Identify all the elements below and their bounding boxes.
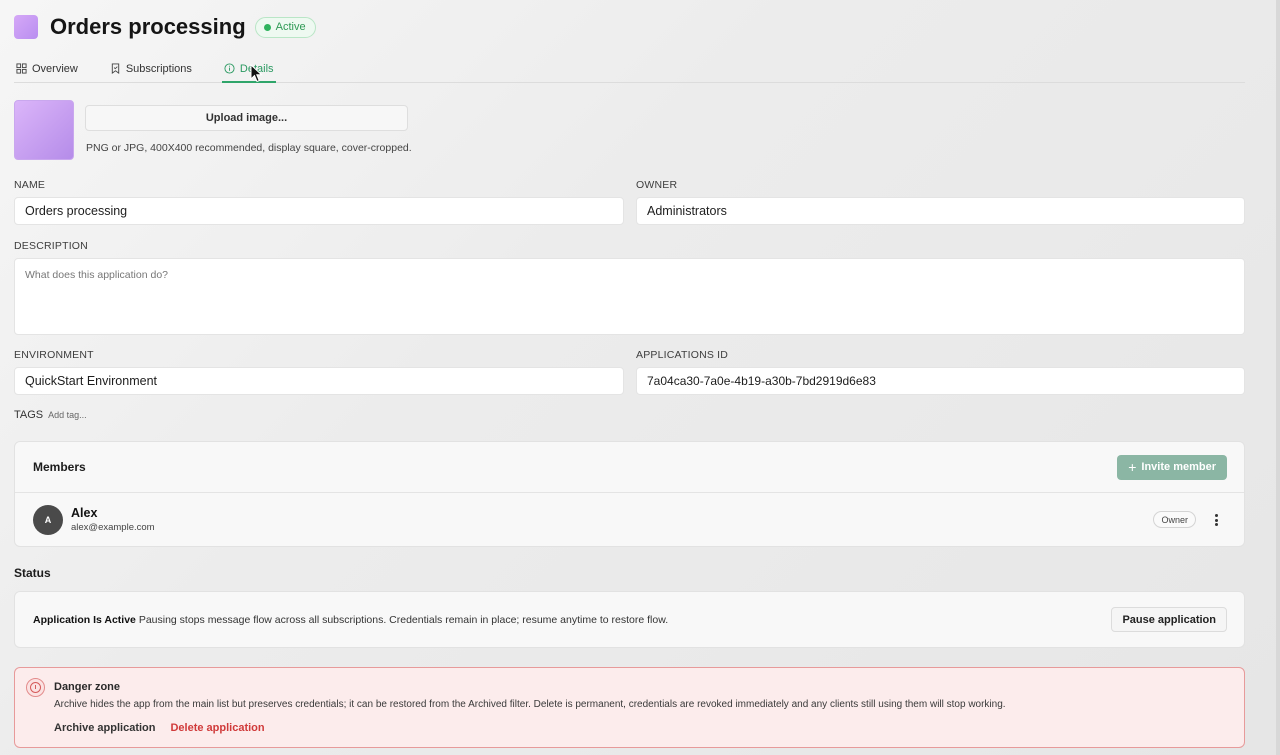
archive-application-button[interactable]: Archive application: [54, 722, 155, 734]
avatar: A: [33, 504, 63, 535]
danger-zone-title: Danger zone: [54, 681, 121, 693]
status-section-title: Status: [14, 566, 51, 580]
members-header: Members + Invite member: [15, 442, 1244, 493]
scrollbar[interactable]: [1276, 0, 1280, 755]
description-textarea[interactable]: What does this application do?: [14, 258, 1245, 335]
status-dot-icon: [263, 23, 271, 31]
status-heading: Application Is Active: [33, 613, 136, 626]
page-header: Orders processing Active: [14, 14, 316, 40]
status-card: Application Is Active Pausing stops mess…: [14, 591, 1245, 648]
add-tag-input[interactable]: Add tag...: [48, 410, 87, 420]
app-id-field[interactable]: 7a04ca30-7a0e-4b19-a30b-7bd2919d6e83: [636, 367, 1245, 395]
member-row: A Alex alex@example.com Owner: [15, 493, 1244, 546]
owner-select[interactable]: Administrators: [636, 197, 1245, 225]
tab-overview-label: Overview: [32, 62, 78, 75]
grid-icon: [16, 63, 27, 74]
plus-icon: +: [1128, 459, 1137, 475]
member-email: alex@example.com: [71, 522, 155, 533]
pause-application-button[interactable]: Pause application: [1111, 607, 1227, 632]
tab-bar: Overview Subscriptions Details: [14, 55, 1245, 83]
upload-hint: PNG or JPG, 400X400 recommended, display…: [86, 142, 412, 154]
status-text: Application Is Active Pausing stops mess…: [33, 614, 668, 626]
tags-row: TAGS Add tag...: [14, 409, 87, 421]
tab-subscriptions[interactable]: Subscriptions: [108, 55, 194, 82]
page-title: Orders processing: [50, 14, 246, 39]
members-card: Members + Invite member A Alex alex@exam…: [14, 441, 1245, 547]
status-description: Pausing stops message flow across all su…: [138, 613, 669, 626]
invite-member-button[interactable]: + Invite member: [1117, 454, 1227, 480]
role-badge: Owner: [1153, 511, 1196, 528]
tab-details[interactable]: Details: [221, 55, 276, 83]
status-badge-label: Active: [275, 21, 306, 33]
owner-label: OWNER: [636, 179, 678, 191]
tab-overview[interactable]: Overview: [14, 55, 80, 82]
name-input[interactable]: Orders processing: [14, 197, 624, 225]
danger-zone-description: Archive hides the app from the main list…: [54, 699, 1006, 710]
more-options-icon[interactable]: [1212, 512, 1220, 528]
danger-zone-actions: Archive application Delete application: [54, 722, 265, 734]
tab-subscriptions-label: Subscriptions: [125, 62, 192, 75]
app-icon: [14, 15, 38, 39]
members-title: Members: [33, 460, 86, 474]
status-badge: Active: [254, 16, 316, 38]
name-label: NAME: [14, 179, 46, 191]
member-info: Alex alex@example.com: [71, 506, 155, 533]
bookmark-icon: [111, 63, 120, 74]
environment-label: ENVIRONMENT: [14, 349, 94, 361]
danger-zone: Danger zone Archive hides the app from t…: [14, 667, 1245, 748]
tags-label: TAGS: [14, 409, 44, 421]
upload-image-button[interactable]: Upload image...: [85, 105, 408, 131]
member-name: Alex: [71, 506, 98, 520]
environment-field[interactable]: QuickStart Environment: [14, 367, 624, 395]
delete-application-button[interactable]: Delete application: [170, 722, 264, 734]
mouse-cursor-icon: [250, 64, 263, 83]
invite-member-label: Invite member: [1141, 461, 1216, 473]
app-image-preview: [14, 100, 74, 160]
alert-icon: [26, 678, 45, 697]
info-icon: [224, 63, 235, 74]
app-id-label: APPLICATIONS ID: [636, 349, 729, 361]
description-label: DESCRIPTION: [14, 240, 88, 252]
